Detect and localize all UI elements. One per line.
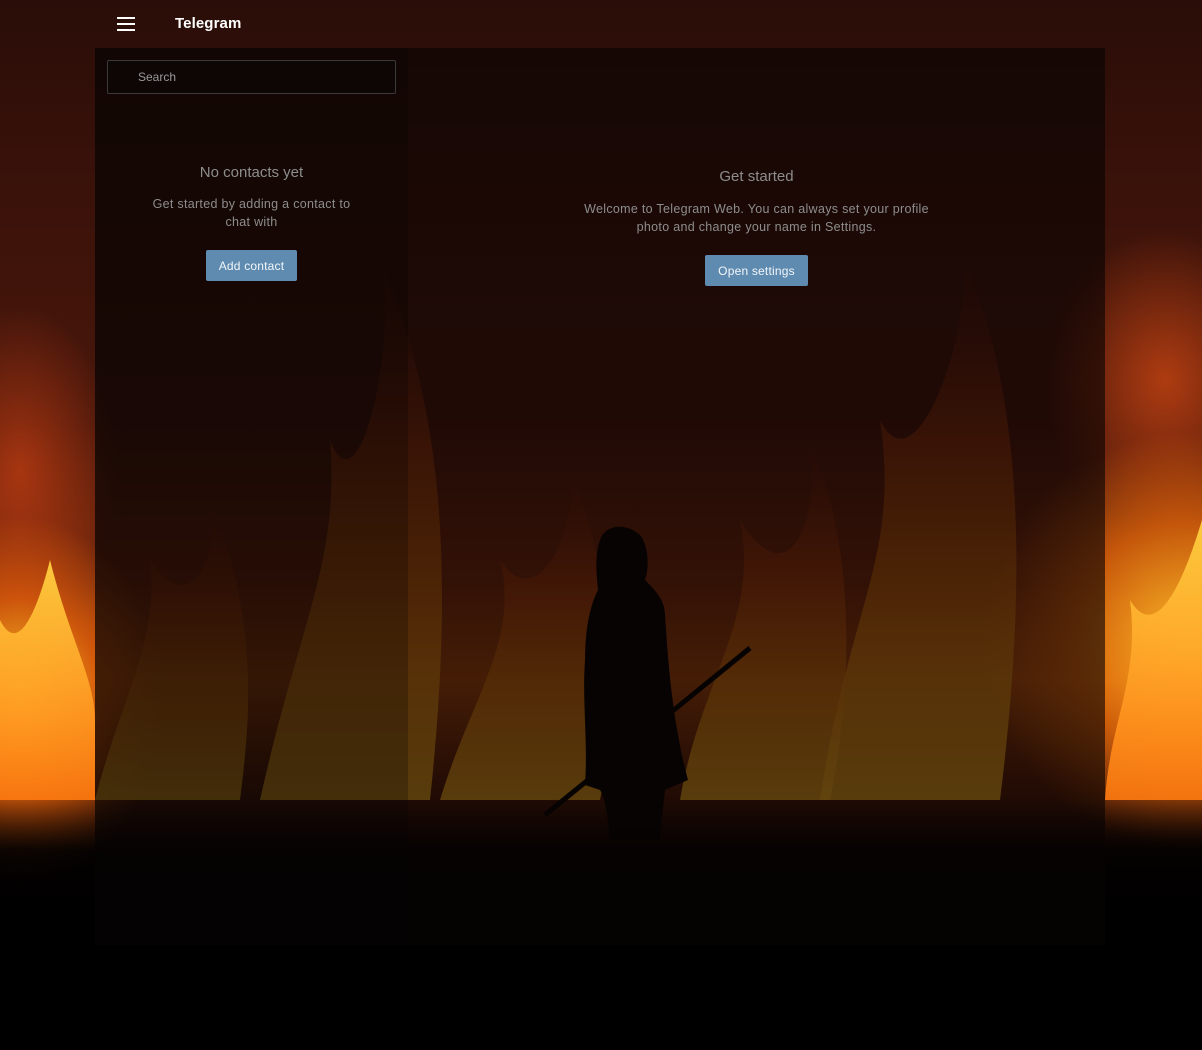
main-panel: No contacts yet Get started by adding a … (95, 48, 1105, 945)
app-title: Telegram (175, 15, 242, 32)
hamburger-menu-icon[interactable] (110, 8, 142, 40)
get-started-description: Welcome to Telegram Web. You can always … (584, 202, 929, 234)
contacts-empty-state: No contacts yet Get started by adding a … (95, 164, 408, 281)
add-contact-button[interactable]: Add contact (205, 250, 298, 281)
get-started-title: Get started (719, 168, 794, 185)
contacts-sidebar: No contacts yet Get started by adding a … (95, 48, 408, 945)
search-input[interactable] (108, 61, 395, 93)
app-header: Telegram (0, 0, 1202, 48)
bottom-blank-area (0, 945, 1202, 1050)
empty-contacts-description: Get started by adding a contact to chat … (152, 197, 351, 229)
search-box (107, 60, 396, 94)
open-settings-button[interactable]: Open settings (705, 255, 808, 286)
get-started-panel: Get started Welcome to Telegram Web. You… (408, 168, 1105, 286)
empty-contacts-title: No contacts yet (199, 164, 304, 181)
